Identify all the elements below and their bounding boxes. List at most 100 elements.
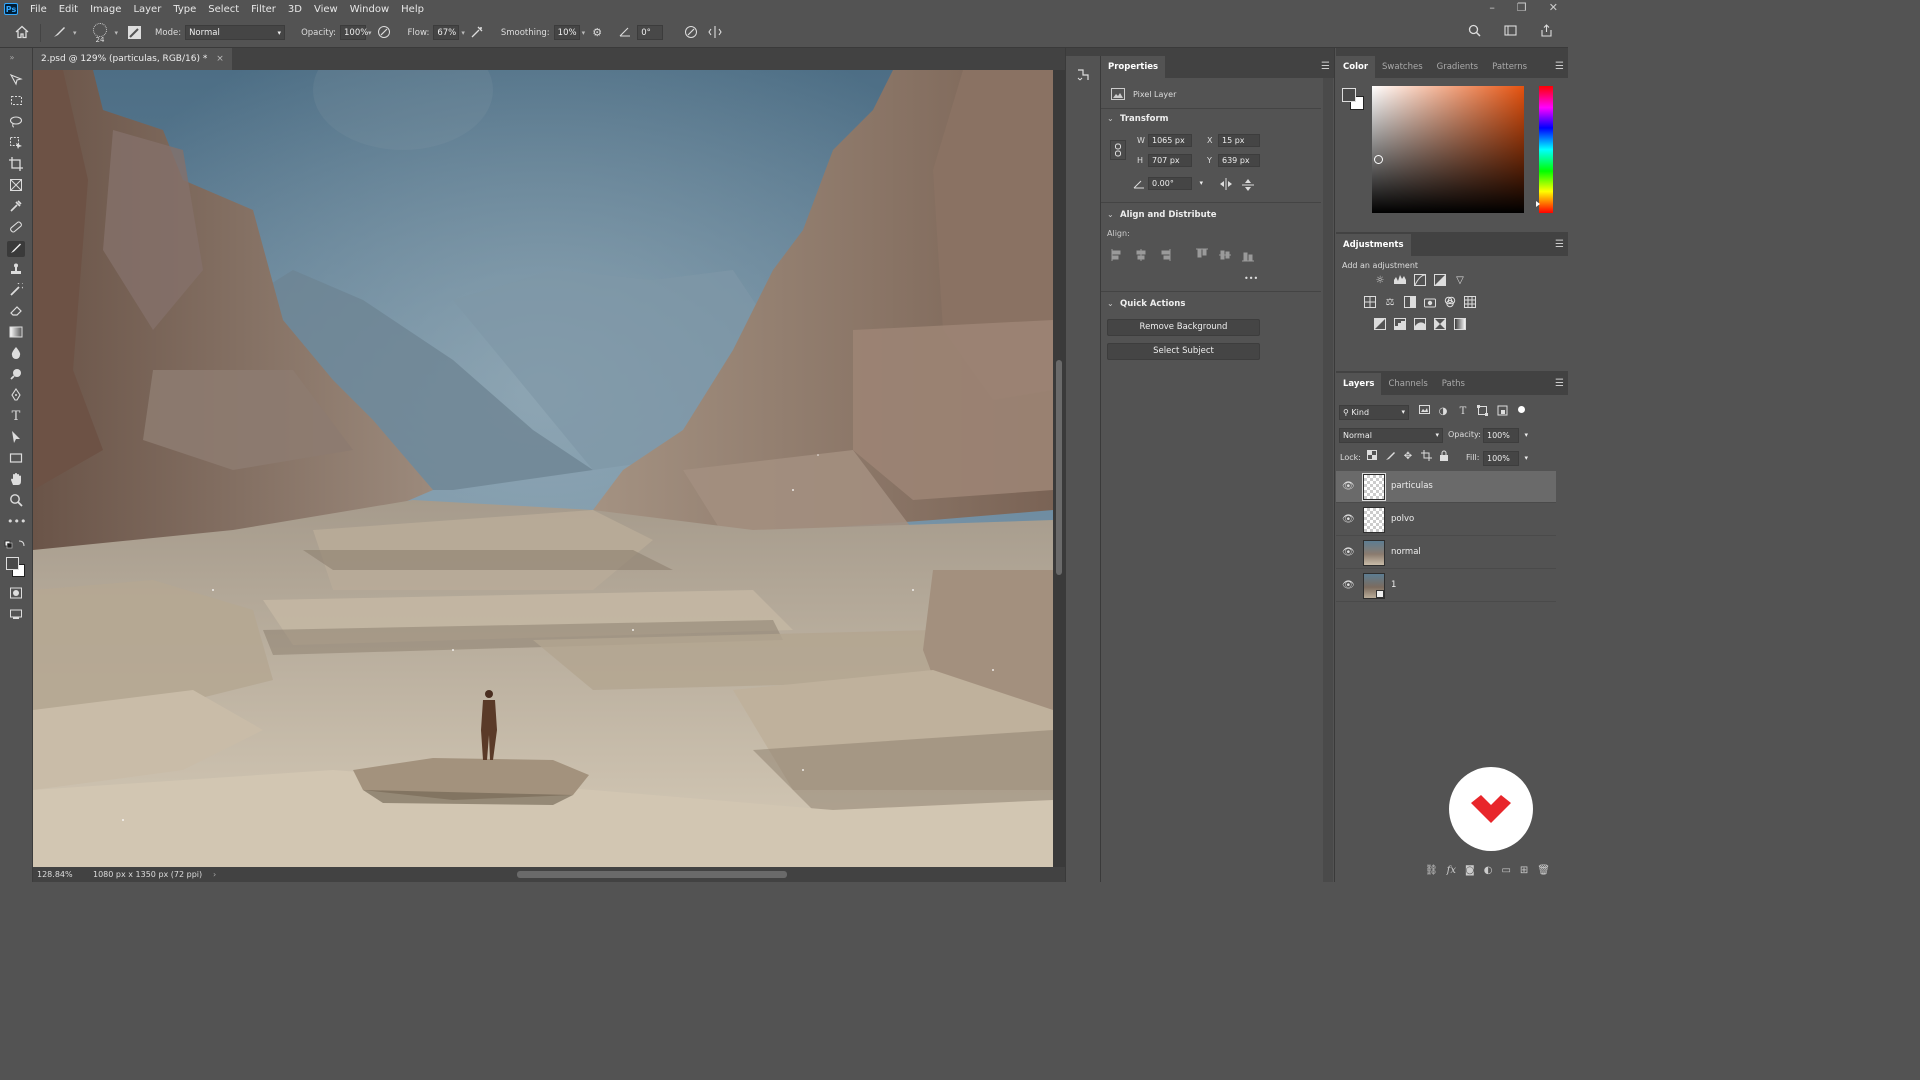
- hue-slider[interactable]: [1536, 86, 1553, 213]
- tab-layers[interactable]: Layers: [1336, 373, 1382, 395]
- move-tool-icon[interactable]: [7, 73, 25, 89]
- flip-vertical-icon[interactable]: [1242, 178, 1254, 192]
- lock-transparent-icon[interactable]: [1365, 450, 1379, 464]
- filter-toggle[interactable]: [1518, 406, 1525, 413]
- chevron-down-icon[interactable]: ▾: [1199, 178, 1203, 189]
- gradient-map-icon[interactable]: [1453, 318, 1467, 332]
- pen-tool-icon[interactable]: [7, 388, 25, 404]
- zoom-tool-icon[interactable]: [7, 493, 25, 509]
- filter-shape-icon[interactable]: [1475, 405, 1489, 419]
- foreground-color-swatch[interactable]: [6, 557, 19, 570]
- gradient-tool-icon[interactable]: [7, 325, 25, 341]
- brush-size-picker[interactable]: 24: [89, 21, 113, 45]
- close-tab-icon[interactable]: ×: [216, 54, 224, 64]
- clone-stamp-tool-icon[interactable]: [7, 262, 25, 278]
- more-tools-icon[interactable]: •••: [7, 514, 26, 530]
- chevron-down-icon[interactable]: ⌄: [1107, 114, 1114, 123]
- fill-input[interactable]: 100% ▾: [1483, 451, 1528, 466]
- vertical-scrollbar[interactable]: [1053, 70, 1065, 867]
- chevron-down-icon[interactable]: ▾: [115, 29, 119, 37]
- lock-artboard-icon[interactable]: [1419, 450, 1433, 464]
- smoothing-input[interactable]: 10%: [553, 25, 580, 40]
- color-balance-icon[interactable]: ⚖: [1383, 296, 1397, 310]
- marquee-tool-icon[interactable]: [7, 94, 25, 110]
- symmetry-icon[interactable]: [707, 25, 723, 41]
- rectangle-tool-icon[interactable]: [7, 451, 25, 467]
- chevron-down-icon[interactable]: ▾: [461, 29, 465, 37]
- crop-tool-icon[interactable]: [7, 157, 25, 173]
- lock-pixels-icon[interactable]: [1383, 450, 1397, 464]
- screen-mode-icon[interactable]: [7, 607, 25, 623]
- align-right-edges-icon[interactable]: [1157, 248, 1171, 262]
- canvas-area[interactable]: [33, 70, 1073, 867]
- panel-menu-icon[interactable]: ☰: [1321, 61, 1330, 72]
- chevron-down-icon[interactable]: ▾: [582, 29, 586, 37]
- panel-menu-icon[interactable]: ☰: [1555, 239, 1564, 250]
- filter-type-icon[interactable]: T: [1456, 405, 1470, 419]
- layer-opacity-input[interactable]: 100% ▾: [1483, 428, 1528, 443]
- lock-position-icon[interactable]: ✥: [1401, 450, 1415, 464]
- visibility-eye-icon[interactable]: 👁: [1342, 481, 1355, 493]
- rotation-input[interactable]: 0.00° ▾: [1148, 177, 1203, 190]
- filter-pixel-icon[interactable]: [1417, 405, 1431, 419]
- mode-select[interactable]: Normal ▾: [185, 25, 286, 40]
- tab-adjustments[interactable]: Adjustments: [1336, 234, 1411, 256]
- new-layer-icon[interactable]: ⊞: [1520, 865, 1528, 876]
- color-lookup-icon[interactable]: [1463, 296, 1477, 310]
- invert-icon[interactable]: [1373, 318, 1387, 332]
- align-vertical-centers-icon[interactable]: [1217, 248, 1231, 262]
- curves-icon[interactable]: [1413, 274, 1427, 288]
- chevron-down-icon[interactable]: ▾: [73, 29, 77, 37]
- close-window-icon[interactable]: ✕: [1549, 0, 1558, 16]
- color-picker-cursor[interactable]: [1374, 155, 1383, 164]
- document-canvas[interactable]: [33, 70, 1053, 867]
- tab-swatches[interactable]: Swatches: [1375, 56, 1430, 78]
- layer-style-icon[interactable]: fx: [1447, 865, 1456, 876]
- menu-select[interactable]: Select: [202, 4, 245, 15]
- chevron-down-icon[interactable]: ▾: [1524, 452, 1528, 465]
- menu-view[interactable]: View: [308, 4, 344, 15]
- visibility-eye-icon[interactable]: 👁: [1342, 580, 1355, 592]
- search-icon[interactable]: [1466, 24, 1482, 40]
- align-top-edges-icon[interactable]: [1194, 248, 1208, 262]
- black-white-icon[interactable]: [1403, 296, 1417, 310]
- new-group-icon[interactable]: ▭: [1501, 865, 1510, 876]
- blend-mode-select[interactable]: Normal ▾: [1339, 428, 1443, 443]
- type-tool-icon[interactable]: T: [7, 409, 25, 425]
- zoom-level[interactable]: 128.84%: [37, 867, 73, 882]
- width-input[interactable]: 1065 px: [1148, 134, 1192, 147]
- minimize-icon[interactable]: –: [1489, 0, 1495, 16]
- chevron-down-icon[interactable]: ⌄: [1107, 210, 1114, 219]
- channel-mixer-icon[interactable]: [1443, 296, 1457, 310]
- eyedropper-tool-icon[interactable]: [7, 199, 25, 215]
- history-brush-tool-icon[interactable]: [7, 281, 25, 299]
- visibility-eye-icon[interactable]: 👁: [1342, 547, 1355, 559]
- layer-row[interactable]: 👁 polvo: [1336, 504, 1556, 536]
- status-menu-arrow[interactable]: ›: [213, 867, 216, 882]
- link-dimensions-icon[interactable]: [1110, 140, 1126, 160]
- blur-tool-icon[interactable]: [7, 346, 25, 362]
- chevron-down-icon[interactable]: ▾: [1524, 429, 1528, 442]
- more-options-icon[interactable]: •••: [1244, 274, 1258, 283]
- filter-smart-object-icon[interactable]: [1495, 405, 1509, 419]
- pressure-size-icon[interactable]: [683, 25, 699, 41]
- menu-3d[interactable]: 3D: [282, 4, 308, 15]
- threshold-icon[interactable]: [1413, 318, 1427, 332]
- align-left-edges-icon[interactable]: [1111, 248, 1125, 262]
- menu-type[interactable]: Type: [167, 4, 202, 15]
- tab-patterns[interactable]: Patterns: [1485, 56, 1534, 78]
- remove-background-button[interactable]: Remove Background: [1107, 319, 1260, 336]
- dodge-tool-icon[interactable]: [7, 367, 25, 383]
- color-swatches[interactable]: [5, 556, 27, 578]
- flow-input[interactable]: 67%: [433, 25, 460, 40]
- visibility-eye-icon[interactable]: 👁: [1342, 514, 1355, 526]
- chevron-down-icon[interactable]: ▾: [368, 29, 372, 37]
- vertical-scroll-thumb[interactable]: [1056, 360, 1062, 575]
- workspace-icon[interactable]: [1502, 24, 1518, 40]
- eraser-tool-icon[interactable]: [7, 304, 25, 320]
- document-tab[interactable]: 2.psd @ 129% (particulas, RGB/16) * ×: [33, 48, 232, 70]
- delete-layer-icon[interactable]: 🗑: [1537, 865, 1550, 876]
- layer-row[interactable]: 👁 normal: [1336, 537, 1556, 569]
- brush-settings-icon[interactable]: [128, 26, 142, 39]
- tab-channels[interactable]: Channels: [1381, 373, 1434, 395]
